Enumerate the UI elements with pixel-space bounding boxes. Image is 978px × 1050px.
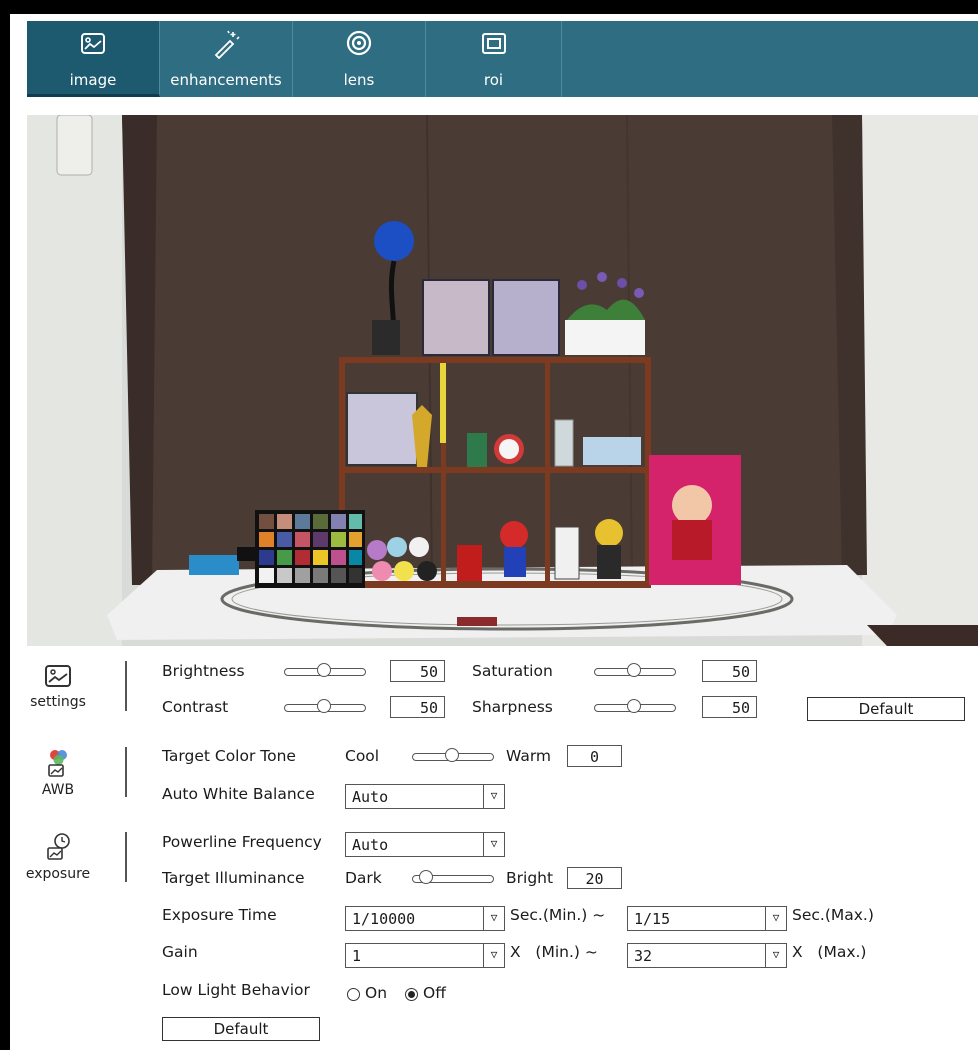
target-illuminance-label: Target Illuminance [162, 869, 305, 887]
powerline-frequency-select[interactable]: Auto ▽ [345, 832, 505, 857]
exposure-min-unit: Sec.(Min.) ~ [510, 906, 606, 924]
exposure-time-label: Exposure Time [162, 906, 277, 924]
tab-roi[interactable]: roi [426, 21, 562, 97]
dropdown-arrow-icon[interactable]: ▽ [765, 944, 786, 967]
camera-preview [27, 115, 978, 646]
select-value: 1/15 [634, 910, 671, 928]
saturation-value[interactable]: 50 [702, 660, 757, 682]
gain-min-unit: X (Min.) ~ [510, 943, 598, 961]
slider-knob[interactable] [317, 699, 331, 713]
bright-label: Bright [506, 869, 554, 887]
low-light-on-radio[interactable] [347, 988, 360, 1001]
slider-knob[interactable] [445, 748, 459, 762]
image-icon [81, 33, 105, 54]
tab-label: lens [343, 71, 375, 89]
section-label-settings: settings [30, 694, 86, 710]
exposure-default-button[interactable]: Default [162, 1017, 320, 1041]
tab-lens[interactable]: lens [293, 21, 426, 97]
gain-max-unit: X (Max.) [792, 943, 867, 961]
sharpness-slider[interactable] [594, 699, 676, 714]
contrast-slider[interactable] [284, 699, 366, 714]
awb-icon [48, 750, 67, 777]
gain-min-select[interactable]: 1 ▽ [345, 943, 505, 968]
select-value: 1/10000 [352, 910, 416, 928]
exposure-section-icon: exposure [18, 832, 98, 882]
camera-settings-page: image enhancements lens roi settings Bri… [10, 14, 978, 1050]
sharpness-label: Sharpness [472, 698, 553, 716]
cool-label: Cool [345, 747, 380, 765]
dropdown-arrow-icon[interactable]: ▽ [765, 907, 786, 930]
settings-default-button[interactable]: Default [807, 697, 965, 721]
tab-enhancements[interactable]: enhancements [160, 21, 293, 97]
slider-knob[interactable] [627, 699, 641, 713]
divider [125, 747, 127, 797]
tab-label: image [69, 71, 117, 89]
image-settings-icon [45, 665, 71, 687]
dropdown-arrow-icon[interactable]: ▽ [483, 907, 504, 930]
exposure-time-max-select[interactable]: 1/15 ▽ [627, 906, 787, 931]
select-value: Auto [352, 788, 389, 806]
warm-label: Warm [506, 747, 552, 765]
low-light-behavior-label: Low Light Behavior [162, 981, 310, 999]
magic-wand-icon [214, 30, 240, 59]
sharpness-value[interactable]: 50 [702, 696, 757, 718]
slider-knob[interactable] [317, 663, 331, 677]
divider [125, 661, 127, 711]
contrast-value[interactable]: 50 [390, 696, 445, 718]
target-color-tone-label: Target Color Tone [162, 747, 296, 765]
lens-icon [346, 30, 372, 56]
tab-label: enhancements [170, 71, 282, 89]
select-value: 32 [634, 947, 653, 965]
dark-label: Dark [345, 869, 382, 887]
brightness-label: Brightness [162, 662, 245, 680]
dropdown-arrow-icon[interactable]: ▽ [483, 833, 504, 856]
section-label-awb: AWB [41, 782, 75, 798]
low-light-off-radio[interactable] [405, 988, 418, 1001]
exposure-max-unit: Sec.(Max.) [792, 906, 874, 924]
divider [125, 832, 127, 882]
tab-image[interactable]: image [27, 21, 160, 97]
saturation-slider[interactable] [594, 663, 676, 678]
select-value: 1 [352, 947, 362, 965]
slider-knob[interactable] [627, 663, 641, 677]
exposure-icon [47, 833, 70, 860]
auto-white-balance-label: Auto White Balance [162, 785, 315, 803]
roi-icon [481, 33, 506, 54]
tab-label: roi [483, 71, 504, 89]
gain-max-select[interactable]: 32 ▽ [627, 943, 787, 968]
auto-white-balance-select[interactable]: Auto ▽ [345, 784, 505, 809]
section-label-exposure: exposure [25, 866, 91, 882]
dropdown-arrow-icon[interactable]: ▽ [483, 785, 504, 808]
target-illuminance-slider[interactable] [412, 870, 494, 885]
tab-bar: image enhancements lens roi [27, 21, 978, 97]
saturation-label: Saturation [472, 662, 553, 680]
low-light-on-label[interactable]: On [365, 984, 387, 1002]
powerline-frequency-label: Powerline Frequency [162, 833, 322, 851]
settings-section-icon: settings [18, 664, 98, 710]
gain-label: Gain [162, 943, 198, 961]
color-tone-slider[interactable] [412, 748, 494, 763]
dropdown-arrow-icon[interactable]: ▽ [483, 944, 504, 967]
select-value: Auto [352, 836, 389, 854]
awb-section-icon: AWB [18, 748, 98, 798]
target-illuminance-value[interactable]: 20 [567, 867, 622, 889]
color-tone-value[interactable]: 0 [567, 745, 622, 767]
exposure-time-min-select[interactable]: 1/10000 ▽ [345, 906, 505, 931]
slider-knob[interactable] [419, 870, 433, 884]
brightness-value[interactable]: 50 [390, 660, 445, 682]
camera-preview-image [27, 115, 978, 646]
low-light-off-label[interactable]: Off [423, 984, 446, 1002]
brightness-slider[interactable] [284, 663, 366, 678]
contrast-label: Contrast [162, 698, 229, 716]
